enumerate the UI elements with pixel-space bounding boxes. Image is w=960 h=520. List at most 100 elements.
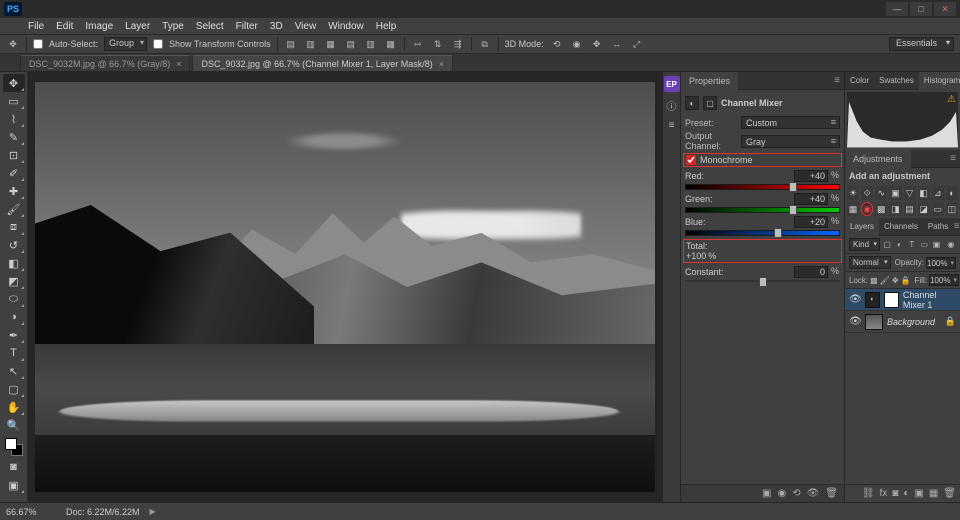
histogram-warning-icon[interactable]: ⚠ <box>947 94 956 105</box>
tool-pen[interactable]: ✒ <box>3 326 25 344</box>
align-top-icon[interactable]: ▤ <box>344 37 358 51</box>
tool-brush[interactable]: 🖌 <box>3 200 25 218</box>
lock-position-icon[interactable]: ✥ <box>892 275 899 286</box>
tab-paths[interactable]: Paths <box>923 218 953 236</box>
layer2-lock-icon[interactable]: 🔒 <box>945 316 956 327</box>
color-swatches[interactable] <box>3 436 25 458</box>
window-close-button[interactable]: ✕ <box>934 2 956 16</box>
doc-tab-2-close-icon[interactable]: × <box>439 59 444 69</box>
distribute-v-icon[interactable]: ⇅ <box>431 37 445 51</box>
clip-to-layer-icon[interactable]: ▣ <box>762 488 771 499</box>
align-right-icon[interactable]: ▦ <box>324 37 338 51</box>
3d-roll-icon[interactable]: ◉ <box>570 37 584 51</box>
preset-select[interactable]: Custom <box>741 116 840 129</box>
align-bottom-icon[interactable]: ▦ <box>384 37 398 51</box>
tool-move[interactable]: ✥ <box>3 74 25 92</box>
tool-eraser[interactable]: ◧ <box>3 254 25 272</box>
canvas-area[interactable] <box>28 72 662 502</box>
status-doc-size[interactable]: Doc: 6.22M/6.22M <box>66 507 140 517</box>
fill-input[interactable]: 100% <box>929 274 959 286</box>
layer2-name[interactable]: Background <box>887 317 935 327</box>
view-previous-icon[interactable]: ◉ <box>777 488 786 499</box>
adj-hue-icon[interactable]: ◧ <box>918 186 930 200</box>
red-value-input[interactable]: +40 <box>794 170 828 182</box>
tab-swatches[interactable]: Swatches <box>874 72 919 90</box>
layers-menu-icon[interactable]: ≡ <box>953 221 960 232</box>
menu-select[interactable]: Select <box>196 21 224 32</box>
red-slider[interactable] <box>685 184 840 190</box>
tool-shape[interactable]: ▢ <box>3 380 25 398</box>
workspace-switcher[interactable]: Essentials <box>889 37 954 51</box>
distribute-3-icon[interactable]: ⇶ <box>451 37 465 51</box>
tool-hand[interactable]: ✋ <box>3 398 25 416</box>
doc-tab-1-close-icon[interactable]: × <box>176 59 181 69</box>
menu-window[interactable]: Window <box>328 21 364 32</box>
auto-select-mode-select[interactable]: Group <box>104 37 147 51</box>
add-mask-icon[interactable]: ◙ <box>892 488 898 499</box>
status-menu-icon[interactable]: ▶ <box>150 507 156 516</box>
adj-photofilter-icon[interactable]: ▦ <box>847 202 859 216</box>
output-channel-select[interactable]: Gray <box>741 135 840 148</box>
monochrome-checkbox[interactable] <box>686 155 696 165</box>
tab-channels[interactable]: Channels <box>879 218 923 236</box>
menu-layer[interactable]: Layer <box>125 21 150 32</box>
menu-image[interactable]: Image <box>85 21 113 32</box>
layer1-visibility-icon[interactable]: 👁 <box>849 294 861 305</box>
menu-help[interactable]: Help <box>376 21 397 32</box>
menu-edit[interactable]: Edit <box>56 21 73 32</box>
3d-pan-icon[interactable]: ✥ <box>590 37 604 51</box>
lock-all-icon[interactable]: 🔒 <box>901 275 911 286</box>
auto-select-checkbox[interactable] <box>33 39 43 49</box>
menu-3d[interactable]: 3D <box>270 21 283 32</box>
adj-invert-icon[interactable]: ◨ <box>889 202 901 216</box>
layer1-adj-thumb[interactable]: ◐ <box>865 292 880 308</box>
layer-background[interactable]: 👁 Background 🔒 <box>845 311 960 333</box>
dock-presets-icon[interactable]: ≡ <box>665 118 679 132</box>
adj-threshold-icon[interactable]: ◪ <box>918 202 930 216</box>
filter-type-icon[interactable]: T <box>907 239 917 250</box>
align-left-icon[interactable]: ▤ <box>284 37 298 51</box>
adj-posterize-icon[interactable]: ▤ <box>904 202 916 216</box>
delete-adjustment-icon[interactable]: 🗑 <box>825 488 838 499</box>
tab-properties[interactable]: Properties <box>681 72 738 90</box>
tool-lasso[interactable]: ⌇ <box>3 110 25 128</box>
menu-file[interactable]: File <box>28 21 44 32</box>
adjustments-menu-icon[interactable]: ≡ <box>946 153 960 164</box>
menu-filter[interactable]: Filter <box>236 21 258 32</box>
distribute-h-icon[interactable]: ⇿ <box>411 37 425 51</box>
menu-view[interactable]: View <box>295 21 317 32</box>
adj-gradientmap-icon[interactable]: ▭ <box>932 202 944 216</box>
3d-slide-icon[interactable]: ↔ <box>610 37 624 51</box>
plugin-badge[interactable]: EP <box>664 76 680 92</box>
doc-tab-1[interactable]: DSC_9032M.jpg @ 66.7% (Gray/8) × <box>20 55 190 71</box>
blue-value-input[interactable]: +20 <box>794 216 828 228</box>
green-slider[interactable] <box>685 207 840 213</box>
move-tool-icon[interactable]: ✥ <box>6 37 20 51</box>
layer1-name[interactable]: Channel Mixer 1 <box>903 290 956 310</box>
tool-dodge[interactable]: ◑ <box>3 308 25 326</box>
link-layers-icon[interactable]: ⛓ <box>862 488 875 499</box>
tool-eyedropper[interactable]: ✐ <box>3 164 25 182</box>
tool-marquee[interactable]: ▭ <box>3 92 25 110</box>
3d-zoom-icon[interactable]: ⤢ <box>630 37 644 51</box>
tool-blur[interactable]: ⬭ <box>3 290 25 308</box>
constant-slider[interactable] <box>685 280 840 282</box>
layer2-thumb[interactable] <box>865 314 883 330</box>
align-center-v-icon[interactable]: ▥ <box>364 37 378 51</box>
status-zoom[interactable]: 66.67% <box>6 507 56 517</box>
new-adjustment-icon[interactable]: ◐ <box>903 488 909 499</box>
tool-type[interactable]: T <box>3 344 25 362</box>
adj-colorbalance-icon[interactable]: ⊿ <box>932 186 944 200</box>
properties-menu-icon[interactable]: ≡ <box>830 75 844 86</box>
doc-tab-2[interactable]: DSC_9032.jpg @ 66.7% (Channel Mixer 1, L… <box>192 55 453 71</box>
filter-smart-icon[interactable]: ▣ <box>931 239 941 250</box>
adj-channelmixer-icon[interactable]: ◉ <box>861 202 873 216</box>
green-value-input[interactable]: +40 <box>794 193 828 205</box>
window-maximize-button[interactable]: □ <box>910 2 932 16</box>
mask-icon[interactable]: ▢ <box>703 96 717 110</box>
layer-channel-mixer[interactable]: 👁 ◐ Channel Mixer 1 <box>845 289 960 311</box>
tool-zoom[interactable]: 🔍 <box>3 416 25 434</box>
constant-value-input[interactable]: 0 <box>794 266 828 278</box>
tool-stamp[interactable]: ⧈ <box>3 218 25 236</box>
dock-info-icon[interactable]: ⓘ <box>665 98 679 112</box>
